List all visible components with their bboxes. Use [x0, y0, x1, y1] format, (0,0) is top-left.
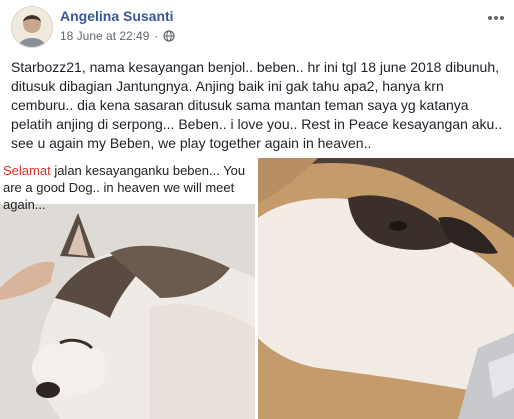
author-name[interactable]: Angelina Susanti [60, 8, 174, 24]
post-photo-right[interactable] [258, 158, 514, 419]
photo-caption-highlight: Selamat [3, 163, 51, 178]
post-body-text: Starbozz21, nama kesayangan benjol.. beb… [11, 59, 503, 151]
avatar-image [12, 7, 52, 47]
globe-icon[interactable] [163, 30, 176, 42]
more-options-icon[interactable] [486, 10, 506, 26]
dog-photo-right [258, 158, 514, 419]
avatar[interactable] [11, 6, 53, 48]
photo-caption: Selamat jalan kesayanganku beben... You … [0, 158, 255, 212]
post-timestamp[interactable]: 18 June at 22:49 [60, 29, 149, 43]
post-photo-left[interactable]: Selamat jalan kesayanganku beben... You … [0, 158, 255, 419]
meta-separator: · [154, 29, 159, 43]
post-meta: 18 June at 22:49 · [60, 29, 176, 43]
post-header: Angelina Susanti 18 June at 22:49 · [0, 0, 514, 50]
